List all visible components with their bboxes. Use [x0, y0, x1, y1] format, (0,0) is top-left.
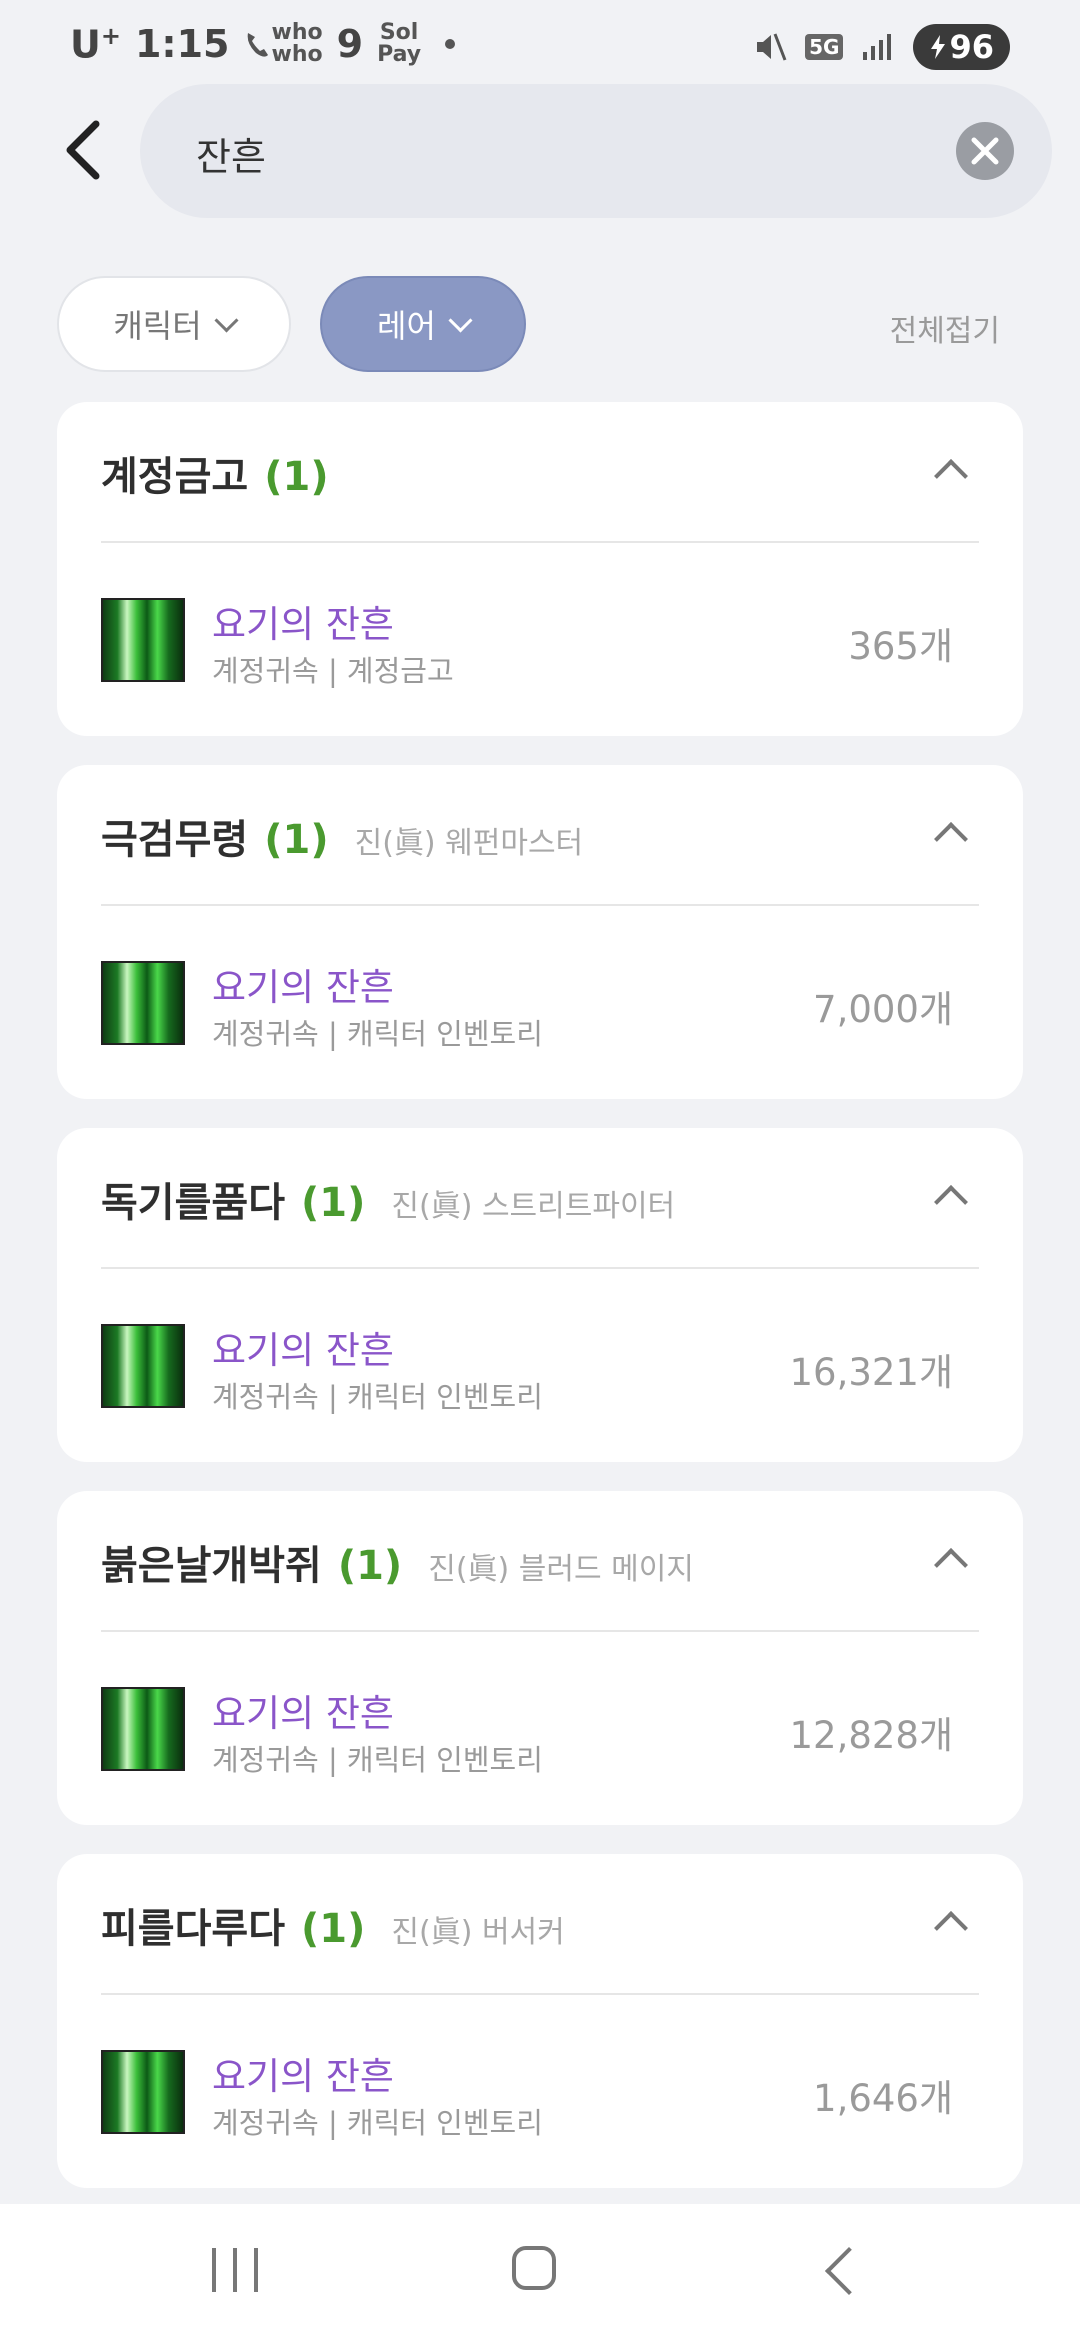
group-title: 피를다루다 — [101, 1906, 285, 1952]
item-thumbnail — [101, 598, 185, 682]
item-thumbnail — [101, 1687, 185, 1771]
item-name: 요기의 잔흔 — [212, 1692, 394, 1735]
group-header[interactable]: 독기를품다 (1) 진(眞) 스트리트파이터 — [101, 1170, 675, 1228]
character-group: 극검무령 (1) 진(眞) 웨펀마스터 요기의 잔흔 계정귀속 | 캐릭터 인벤… — [57, 765, 1023, 1099]
group-count: (1) — [301, 1906, 366, 1952]
chevron-left-icon — [66, 120, 100, 180]
group-title: 붉은날개박쥐 — [101, 1543, 322, 1589]
group-header[interactable]: 극검무령 (1) 진(眞) 웨펀마스터 — [101, 807, 583, 865]
item-meta: 계정귀속 | 캐릭터 인벤토리 — [212, 1380, 543, 1414]
character-group: 계정금고 (1) 요기의 잔흔 계정귀속 | 계정금고 365개 — [57, 402, 1023, 736]
carrier-label: U+ — [70, 22, 121, 67]
item-thumbnail — [101, 1324, 185, 1408]
battery-indicator: 96 — [913, 24, 1010, 70]
recent-apps-icon[interactable] — [212, 2248, 258, 2292]
close-icon — [971, 137, 999, 165]
group-title: 독기를품다 — [101, 1180, 285, 1226]
system-nav-bar — [0, 2204, 1080, 2340]
chevron-up-icon[interactable] — [934, 1185, 968, 1219]
mute-icon — [757, 33, 787, 61]
group-subtitle: 진(眞) 블러드 메이지 — [428, 1552, 694, 1587]
item-thumbnail — [101, 961, 185, 1045]
item-name: 요기의 잔흔 — [212, 1329, 394, 1372]
chevron-up-icon[interactable] — [934, 459, 968, 493]
group-count: (1) — [264, 454, 329, 500]
divider — [101, 541, 979, 543]
character-group: 피를다루다 (1) 진(眞) 버서커 요기의 잔흔 계정귀속 | 캐릭터 인벤토… — [57, 1854, 1023, 2188]
divider — [101, 1267, 979, 1269]
collapse-all-button[interactable]: 전체접기 — [890, 306, 1000, 350]
item-quantity: 1,646개 — [813, 2077, 953, 2120]
item-name: 요기의 잔흔 — [212, 2055, 394, 2098]
item-name: 요기의 잔흔 — [212, 966, 394, 1009]
item-quantity: 12,828개 — [789, 1714, 953, 1757]
filter-character-dropdown[interactable]: 캐릭터 — [57, 276, 291, 372]
chevron-down-icon — [448, 307, 473, 333]
item-thumbnail — [101, 2050, 185, 2134]
item-quantity: 365개 — [848, 625, 953, 668]
search-input[interactable]: 잔흔 — [140, 84, 1052, 218]
notification-count: 9 — [336, 22, 364, 67]
chevron-down-icon — [214, 307, 239, 333]
home-icon[interactable] — [512, 2246, 556, 2290]
item-meta: 계정귀속 | 캐릭터 인벤토리 — [212, 1017, 543, 1051]
group-header[interactable]: 피를다루다 (1) 진(眞) 버서커 — [101, 1896, 565, 1954]
status-bar: U+ 1:15 who who 9 Sol Pay 5G 96 — [0, 0, 1080, 96]
character-group: 붉은날개박쥐 (1) 진(眞) 블러드 메이지 요기의 잔흔 계정귀속 | 캐릭… — [57, 1491, 1023, 1825]
group-subtitle: 진(眞) 버서커 — [391, 1915, 565, 1950]
chevron-up-icon[interactable] — [934, 822, 968, 856]
character-group: 독기를품다 (1) 진(眞) 스트리트파이터 요기의 잔흔 계정귀속 | 캐릭터… — [57, 1128, 1023, 1462]
group-title: 계정금고 — [101, 454, 249, 500]
clock: 1:15 — [134, 22, 230, 67]
filter-rare-dropdown[interactable]: 레어 — [320, 276, 526, 372]
group-subtitle: 진(眞) 스트리트파이터 — [391, 1189, 676, 1224]
signal-icon — [863, 34, 892, 60]
group-header[interactable]: 계정금고 (1) — [101, 444, 355, 502]
item-meta: 계정귀속 | 캐릭터 인벤토리 — [212, 1743, 543, 1777]
group-count: (1) — [264, 817, 329, 863]
chevron-up-icon[interactable] — [934, 1911, 968, 1945]
nav-back-icon[interactable] — [824, 2246, 874, 2296]
call-app-icon: who who — [244, 22, 323, 66]
item-name: 요기의 잔흔 — [212, 603, 394, 646]
divider — [101, 1630, 979, 1632]
divider — [101, 1993, 979, 1995]
back-button[interactable] — [60, 120, 110, 180]
filter-character-label: 캐릭터 — [113, 307, 202, 345]
group-count: (1) — [337, 1543, 403, 1589]
group-title: 극검무령 — [101, 817, 249, 863]
clear-search-button[interactable] — [956, 122, 1014, 180]
chevron-up-icon[interactable] — [934, 1548, 968, 1582]
charging-bolt-icon — [931, 35, 946, 59]
item-quantity: 16,321개 — [789, 1351, 953, 1394]
pay-app-icon: Sol Pay — [377, 20, 422, 68]
search-query: 잔흔 — [196, 135, 266, 179]
group-count: (1) — [301, 1180, 366, 1226]
item-quantity: 7,000개 — [813, 988, 953, 1031]
filter-rare-label: 레어 — [377, 307, 436, 345]
item-meta: 계정귀속 | 계정금고 — [212, 654, 454, 688]
network-type-badge: 5G — [805, 34, 844, 60]
item-meta: 계정귀속 | 캐릭터 인벤토리 — [212, 2106, 543, 2140]
group-header[interactable]: 붉은날개박쥐 (1) 진(眞) 블러드 메이지 — [101, 1533, 694, 1591]
more-notifications-dot — [445, 39, 456, 50]
divider — [101, 904, 979, 906]
group-subtitle: 진(眞) 웨펀마스터 — [354, 826, 584, 861]
